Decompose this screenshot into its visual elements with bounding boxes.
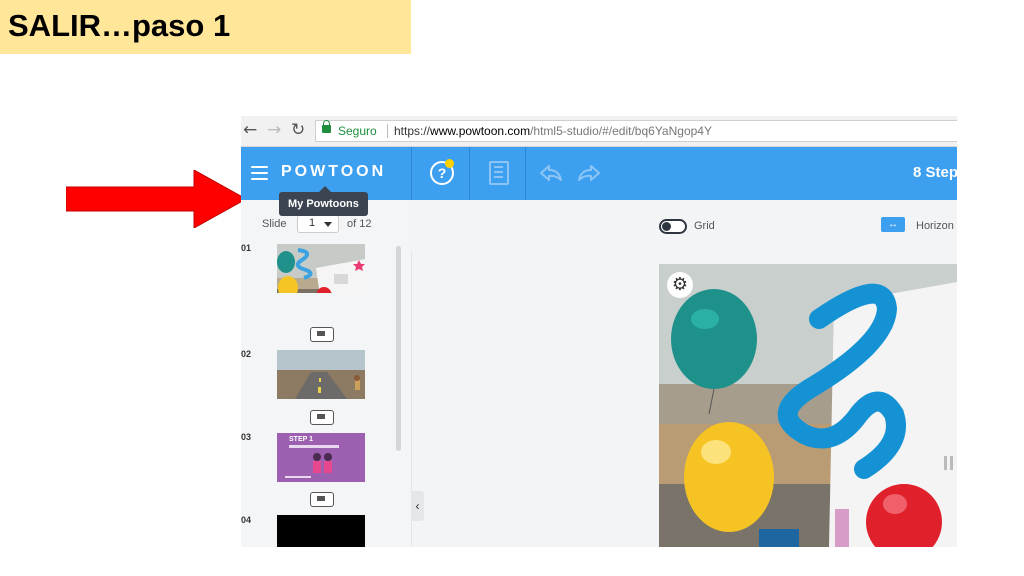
slide-title-box: SALIR…paso 1 — [0, 0, 411, 54]
arrow-right-icon[interactable]: → — [267, 120, 281, 140]
chevron-down-icon — [324, 222, 332, 227]
reload-icon[interactable]: ↻ — [291, 120, 305, 140]
url-path: /html5-studio/#/edit/bq6YaNgop4Y — [530, 124, 712, 138]
address-separator — [387, 124, 388, 138]
header-divider — [411, 147, 412, 200]
transition-icon[interactable] — [310, 410, 334, 425]
slides-panel: Slide 1 of 12 01 02 03 STEP 1 04 — [241, 200, 412, 547]
horizontal-label[interactable]: Horizon — [916, 220, 954, 232]
slide-canvas-graphic — [659, 264, 957, 547]
gear-icon[interactable]: ⚙ — [667, 272, 693, 298]
slide-select-value: 1 — [309, 217, 316, 229]
red-arrow-pointer — [66, 170, 246, 228]
lock-icon — [322, 120, 331, 133]
thumbnail-graphic — [285, 445, 339, 478]
slide-number: 02 — [241, 349, 252, 359]
browser-screenshot: ← → ↻ Seguro https://www.powtoon.com/htm… — [241, 116, 957, 547]
slide-thumbnail-3[interactable]: STEP 1 — [277, 433, 365, 482]
slide-canvas[interactable]: ⚙ — [659, 264, 957, 547]
slides-scrollbar[interactable] — [396, 246, 401, 451]
slide-select[interactable]: 1 — [297, 215, 339, 233]
horizontal-align-icon[interactable]: ↔ — [881, 217, 905, 232]
slide-thumbnail-4[interactable] — [277, 515, 365, 547]
redo-icon[interactable] — [577, 164, 601, 182]
powtoon-logo: POWTOON — [281, 163, 387, 180]
canvas-toolbar: Grid ↔ Horizon — [411, 200, 957, 252]
slide-thumbnail-2[interactable] — [277, 350, 365, 399]
url-text: https://www.powtoon.com/html5-studio/#/e… — [394, 124, 712, 138]
slide-number: 04 — [241, 515, 252, 525]
address-bar[interactable]: Seguro https://www.powtoon.com/html5-stu… — [315, 120, 957, 142]
slide-number: 03 — [241, 432, 252, 442]
steps-label[interactable]: 8 Step — [913, 164, 957, 181]
my-powtoons-tooltip: My Powtoons — [279, 186, 368, 216]
slide-label: Slide — [262, 218, 287, 230]
transition-icon[interactable] — [310, 327, 334, 342]
notification-dot — [445, 159, 454, 168]
header-divider — [469, 147, 470, 200]
slide-count-label: of 12 — [347, 218, 372, 230]
hamburger-menu-icon[interactable] — [251, 166, 268, 180]
header-divider — [525, 147, 526, 200]
slide-title: SALIR…paso 1 — [8, 8, 231, 43]
arrow-left-icon[interactable]: ← — [243, 120, 257, 140]
collapse-chevron-icon[interactable]: ‹ — [411, 491, 424, 521]
secure-label: Seguro — [338, 124, 377, 138]
toggle-icon[interactable] — [659, 219, 687, 234]
url-host: www.powtoon.com — [430, 124, 531, 138]
transition-icon[interactable] — [310, 492, 334, 507]
grid-label: Grid — [694, 220, 715, 232]
url-scheme: https:// — [394, 124, 431, 138]
slide-number: 01 — [241, 243, 252, 253]
undo-icon[interactable] — [539, 164, 563, 182]
notes-icon[interactable] — [489, 161, 509, 185]
slide-thumbnail-1[interactable] — [277, 244, 365, 293]
browser-toolbar: ← → ↻ Seguro https://www.powtoon.com/htm… — [241, 116, 957, 147]
